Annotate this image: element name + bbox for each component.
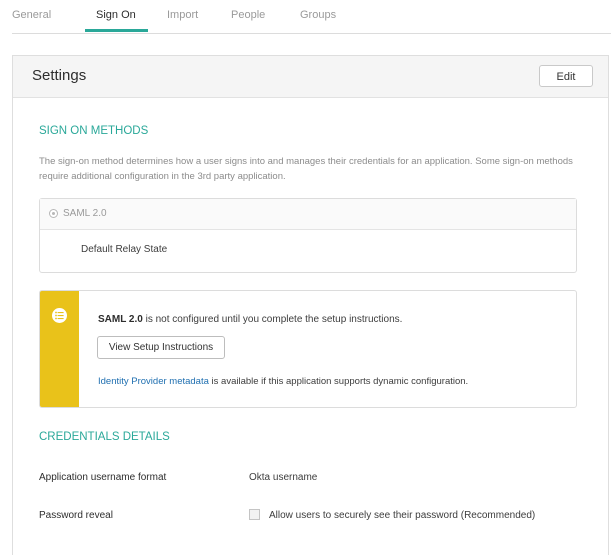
password-reveal-checkbox-label[interactable]: Allow users to securely see their passwo… — [269, 510, 535, 521]
metadata-message: Identity Provider metadata is available … — [98, 376, 468, 387]
setup-notice: SAML 2.0 is not configured until you com… — [39, 290, 577, 408]
settings-title: Settings — [32, 67, 87, 84]
username-format-label: Application username format — [39, 472, 167, 483]
credentials-details-heading: CREDENTIALS DETAILS — [39, 431, 170, 443]
default-relay-state-label: Default Relay State — [81, 244, 168, 255]
notice-method-name: SAML 2.0 — [98, 314, 143, 325]
sign-on-methods-heading: SIGN ON METHODS — [39, 125, 149, 137]
saml-radio[interactable] — [49, 209, 58, 218]
username-format-value: Okta username — [249, 472, 318, 483]
tab-sign-on[interactable]: Sign On — [96, 9, 136, 21]
tab-people[interactable]: People — [231, 9, 265, 21]
edit-button[interactable]: Edit — [539, 65, 593, 87]
password-reveal-label: Password reveal — [39, 510, 113, 521]
notice-message-rest: is not configured until you complete the… — [142, 314, 403, 325]
tab-general[interactable]: General — [12, 9, 51, 21]
app-tabs: General Sign On Import People Groups — [12, 0, 611, 34]
notice-message: SAML 2.0 is not configured until you com… — [98, 314, 402, 325]
tab-import[interactable]: Import — [167, 9, 198, 21]
active-tab-indicator — [85, 29, 148, 32]
password-reveal-checkbox[interactable] — [249, 509, 260, 520]
settings-header: Settings Edit — [13, 56, 608, 98]
metadata-message-rest: is available if this application support… — [208, 376, 469, 387]
identity-provider-metadata-link[interactable]: Identity Provider metadata — [98, 376, 209, 387]
list-icon — [52, 308, 67, 323]
sign-on-methods-description: The sign-on method determines how a user… — [39, 156, 573, 182]
saml-method-header: SAML 2.0 — [40, 199, 576, 230]
saml-method-box: SAML 2.0 Default Relay State — [39, 198, 577, 273]
saml-method-label: SAML 2.0 — [63, 208, 107, 219]
tab-groups[interactable]: Groups — [300, 9, 336, 21]
view-setup-instructions-button[interactable]: View Setup Instructions — [97, 336, 225, 359]
notice-stripe — [40, 291, 79, 407]
